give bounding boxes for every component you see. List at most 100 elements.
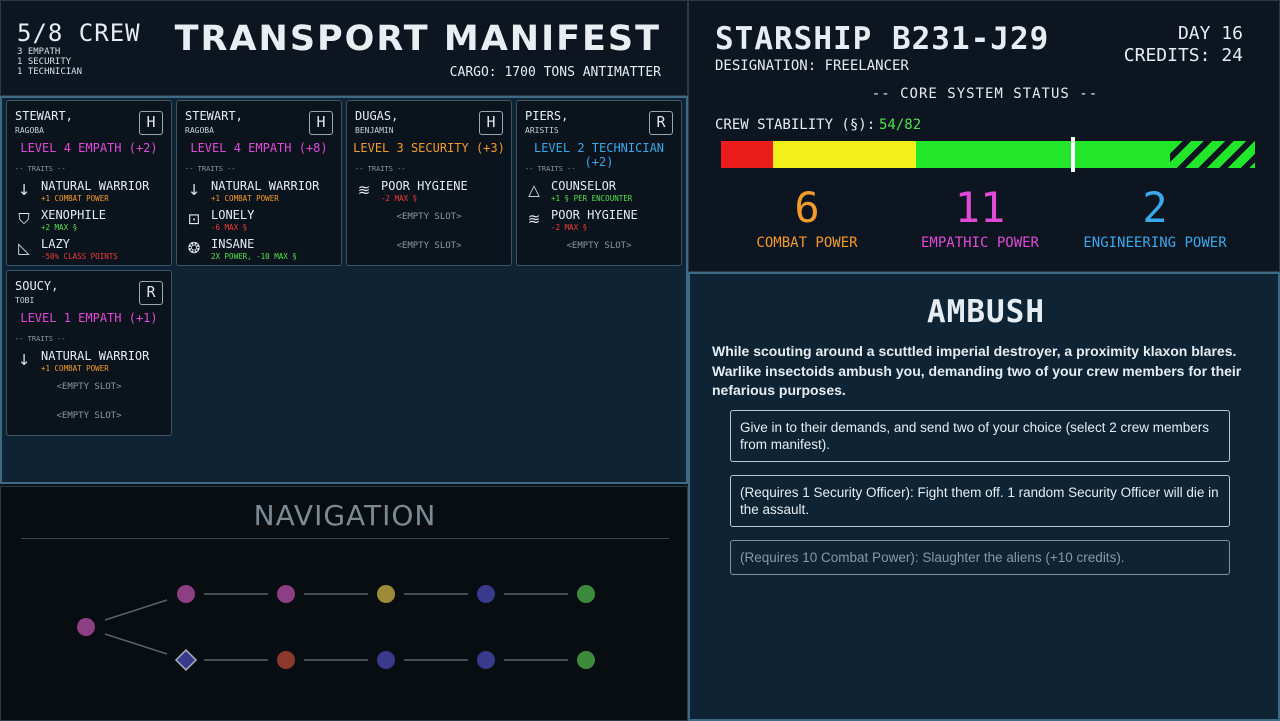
route-link <box>104 633 168 655</box>
traits-label: -- TRAITS -- <box>355 165 406 173</box>
crew-stability-bar <box>721 137 1255 172</box>
combat-power: 6 COMBAT POWER <box>717 183 897 251</box>
event-panel: AMBUSH While scouting around a scuttled … <box>688 272 1280 721</box>
route-node[interactable] <box>377 585 395 603</box>
trait-effect: 2X POWER, -10 MAX § <box>211 252 297 261</box>
crew-given-name: RAGOBA <box>15 126 44 135</box>
crew-level: LEVEL 4 EMPATH (+8) <box>190 141 328 155</box>
trait-effect: +1 COMBAT POWER <box>211 194 279 203</box>
dagger-icon: ↓ <box>187 181 201 199</box>
navigation-map <box>77 585 595 672</box>
trait-row: ↓ NATURAL WARRIOR +1 COMBAT POWER <box>183 177 337 205</box>
empty-trait-slot: <EMPTY SLOT> <box>56 382 122 392</box>
route-node[interactable] <box>477 651 495 669</box>
cargo-label: CARGO: 1700 TONS ANTIMATTER <box>449 65 661 80</box>
crew-given-name: RAGOBA <box>185 126 214 135</box>
traits-label: -- TRAITS -- <box>525 165 576 173</box>
stability-segment <box>1170 141 1255 168</box>
crew-card[interactable]: SOUCY, TOBI R LEVEL 1 EMPATH (+1) -- TRAITS … <box>6 270 172 436</box>
choice-fight-button[interactable]: (Requires 1 Security Officer): Fight the… <box>730 475 1230 527</box>
route-node[interactable] <box>277 585 295 603</box>
trait-name: NATURAL WARRIOR <box>41 349 150 363</box>
crew-breakdown: 3 EMPATH 1 SECURITY 1 TECHNICIAN <box>17 47 82 77</box>
day-counter: DAY 16 <box>1177 23 1243 44</box>
diamond-icon[interactable] <box>174 648 198 672</box>
empathic-power-label: EMPATHIC POWER <box>920 235 1039 251</box>
trait-effect: +1 COMBAT POWER <box>41 364 109 373</box>
crew-card[interactable]: STEWART, RAGOBA H LEVEL 4 EMPATH (+8) -- TRA… <box>176 100 342 266</box>
crew-given-name: BENJAMIN <box>355 126 394 135</box>
crew-count: 5/8 CREW <box>17 19 141 47</box>
ship-designation: DESIGNATION: FREELANCER <box>715 58 909 74</box>
crew-card[interactable]: PIERS, ARISTIS R LEVEL 2 TECHNICIAN (+2) -- … <box>516 100 682 266</box>
engineering-power-label: ENGINEERING POWER <box>1083 235 1227 251</box>
route-node[interactable] <box>177 585 195 603</box>
stability-segment <box>721 141 774 168</box>
crew-level: LEVEL 3 SECURITY (+3) <box>353 141 505 155</box>
stability-segment <box>916 141 1171 168</box>
event-description: While scouting around a scuttled imperia… <box>712 343 1242 398</box>
trait-row: ◺ LAZY -50% CLASS POINTS <box>13 235 167 263</box>
ship-name: STARSHIP B231-J29 <box>715 21 1050 57</box>
crew-surname: STEWART, <box>185 109 243 123</box>
empathic-power: 11 EMPATHIC POWER <box>890 183 1070 251</box>
trait-name: COUNSELOR <box>551 179 617 193</box>
trait-name: INSANE <box>211 237 255 251</box>
choice-surrender-button[interactable]: Give in to their demands, and send two o… <box>730 410 1230 462</box>
crew-card[interactable]: STEWART, RAGOBA H LEVEL 4 EMPATH (+2) -- TRA… <box>6 100 172 266</box>
stink-icon: ≋ <box>357 181 371 199</box>
dagger-icon: ↓ <box>17 351 31 369</box>
trait-name: NATURAL WARRIOR <box>211 179 320 193</box>
slope-icon: ◺ <box>18 239 30 257</box>
crew-card[interactable]: DUGAS, BENJAMIN H LEVEL 3 SECURITY (+3) -- T… <box>346 100 512 266</box>
rank-badge[interactable]: H <box>139 111 163 135</box>
crew-surname: DUGAS, <box>355 109 399 123</box>
rank-badge[interactable]: H <box>479 111 503 135</box>
breakdown-security: 1 SECURITY <box>17 57 72 67</box>
navigation-panel: NAVIGATION <box>0 486 688 721</box>
trait-effect: +1 COMBAT POWER <box>41 194 109 203</box>
traits-label: -- TRAITS -- <box>185 165 236 173</box>
insane-icon: ❂ <box>187 239 201 257</box>
rank-badge[interactable]: H <box>309 111 333 135</box>
engineering-power-value: 2 <box>1142 183 1168 232</box>
route-node[interactable] <box>477 585 495 603</box>
trait-row: ↓ NATURAL WARRIOR +1 COMBAT POWER <box>13 347 167 375</box>
trait-name: POOR HYGIENE <box>551 208 638 222</box>
stability-current-marker <box>1070 137 1075 172</box>
crew-stability-value: 54/82 <box>879 117 922 133</box>
trait-effect: -6 MAX § <box>211 223 248 232</box>
core-status-heading: -- CORE SYSTEM STATUS -- <box>871 86 1099 102</box>
trait-row: ≋ POOR HYGIENE -2 MAX § <box>353 177 507 205</box>
rank-badge[interactable]: R <box>139 281 163 305</box>
crew-stability-label: CREW STABILITY (§): <box>715 117 876 133</box>
crew-level: LEVEL 4 EMPATH (+2) <box>20 141 158 155</box>
shield-icon: ⛉ <box>18 210 30 228</box>
rank-badge[interactable]: R <box>649 111 673 135</box>
trait-name: POOR HYGIENE <box>381 179 468 193</box>
route-node[interactable] <box>377 651 395 669</box>
triangle-icon: △ <box>528 181 540 199</box>
route-node[interactable] <box>577 585 595 603</box>
manifest-title: TRANSPORT MANIFEST <box>174 19 661 59</box>
route-link <box>104 599 168 621</box>
stink-icon: ≋ <box>527 210 541 228</box>
trait-name: LONELY <box>211 208 255 222</box>
traits-label: -- TRAITS -- <box>15 335 66 343</box>
trait-row: ↓ NATURAL WARRIOR +1 COMBAT POWER <box>13 177 167 205</box>
route-node[interactable] <box>577 651 595 669</box>
trait-row: ≋ POOR HYGIENE -2 MAX § <box>523 206 677 234</box>
trait-effect: +2 MAX § <box>41 223 78 232</box>
lonely-dot-icon: ⊡ <box>187 210 201 228</box>
route-node[interactable] <box>277 651 295 669</box>
choice-slaughter-button[interactable]: (Requires 10 Combat Power): Slaughter th… <box>730 540 1230 575</box>
empathic-power-value: 11 <box>954 183 1006 232</box>
breakdown-technician: 1 TECHNICIAN <box>17 67 83 77</box>
trait-effect: -2 MAX § <box>551 223 588 232</box>
traits-label: -- TRAITS -- <box>15 165 66 173</box>
empty-trait-slot: <EMPTY SLOT> <box>56 411 122 421</box>
crew-surname: PIERS, <box>525 109 569 123</box>
trait-row: ⛉ XENOPHILE +2 MAX § <box>13 206 167 234</box>
trait-row: △ COUNSELOR +1 § PER ENCOUNTER <box>523 177 677 205</box>
trait-effect: -2 MAX § <box>381 194 418 203</box>
